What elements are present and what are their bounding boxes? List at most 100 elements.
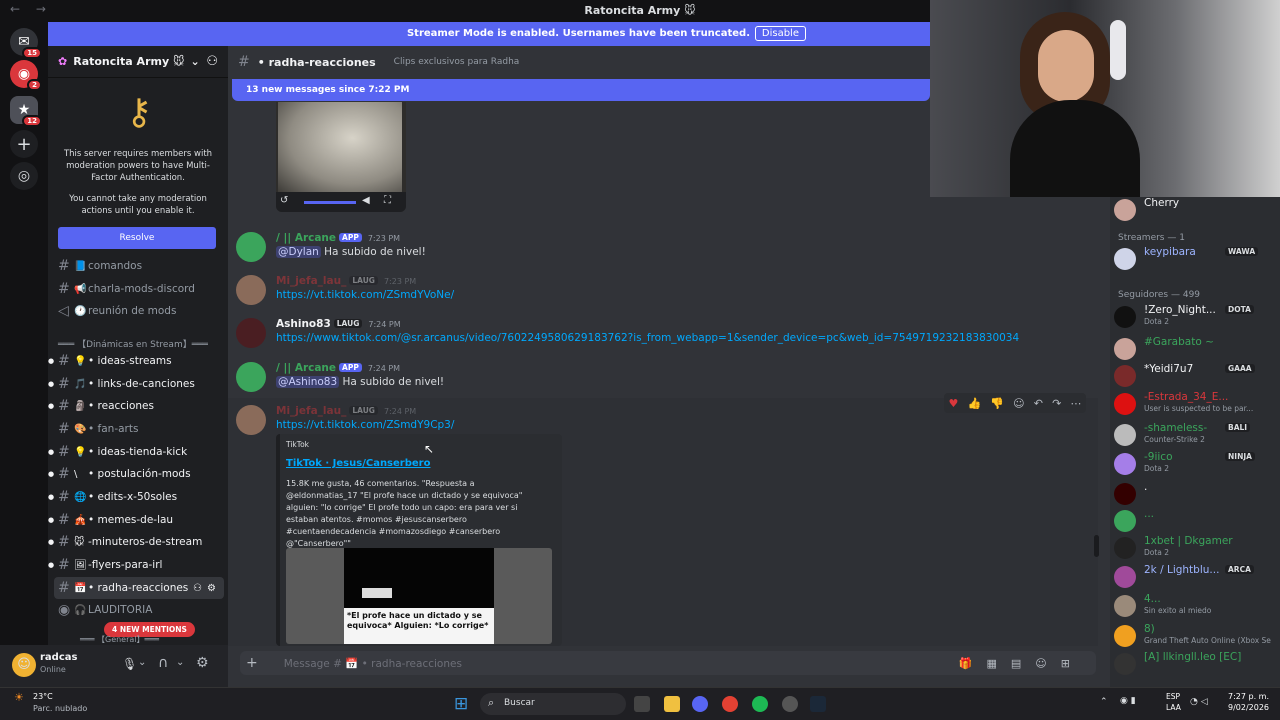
author-name[interactable]: / || Arcane: [276, 362, 336, 374]
server-icon[interactable]: ◉ 2: [10, 60, 42, 91]
channel-item[interactable]: ● # \ • postulación-mods: [48, 463, 228, 485]
channel-item[interactable]: ● # 💡 • ideas-streams: [48, 350, 228, 372]
message-link[interactable]: https://vt.tiktok.com/ZSmdY9Cp3/: [276, 419, 454, 431]
author-name[interactable]: Mi_jefa_lau_: [276, 275, 346, 287]
add-member-icon[interactable]: ⚇: [206, 54, 218, 69]
member-badge: NINJA: [1225, 452, 1255, 461]
channel-item[interactable]: ● # 🐭 -minuteros-de-stream: [48, 531, 228, 553]
tray-icons[interactable]: ◉ ▮: [1120, 696, 1136, 706]
channel-item[interactable]: ● # 🖼 -flyers-para-irl: [48, 554, 228, 576]
clock-time[interactable]: 7:27 p. m.: [1228, 692, 1269, 701]
member-item[interactable]: -9iico NINJA Dota 2: [1114, 451, 1276, 475]
discover-icon[interactable]: ◎: [10, 162, 38, 190]
chevron-up-icon[interactable]: ⌃: [1100, 697, 1108, 707]
member-item[interactable]: !Zero_Night... DOTA Dota 2: [1114, 304, 1276, 328]
channel-name: comandos: [88, 260, 143, 272]
thumbs-down-icon[interactable]: 👎: [990, 397, 1004, 410]
settings-gear-icon[interactable]: ⚙: [196, 655, 209, 671]
resolve-button[interactable]: Resolve: [58, 227, 216, 249]
channel-item[interactable]: ● # 💡 • ideas-tienda-kick: [48, 441, 228, 463]
member-item[interactable]: [A] llkingll.leo [EC]: [1114, 651, 1276, 675]
channel-item[interactable]: ● # 🗿 • reacciones: [48, 395, 228, 417]
channel-item[interactable]: ● # 🎵 • links-de-canciones: [48, 373, 228, 395]
message-input[interactable]: Message # 📅 • radha-reacciones: [284, 657, 462, 670]
channel-charla[interactable]: # 📢 charla-mods-discord: [48, 278, 228, 300]
embed-title[interactable]: TikTok · Jesus/Canserbero: [286, 458, 430, 469]
add-attachment-icon[interactable]: +: [246, 655, 258, 671]
member-name: !Zero_Night...: [1144, 304, 1216, 316]
replay-icon[interactable]: ↺: [280, 195, 288, 206]
avatar: [1114, 338, 1136, 360]
search-box[interactable]: ⌕ Buscar: [480, 693, 626, 715]
channel-lauditoria[interactable]: ◉ 🎧 LAUDITORIA: [48, 599, 228, 621]
channel-item[interactable]: ● # 🎪 • memes-de-lau: [48, 509, 228, 531]
spotify-icon[interactable]: [752, 696, 768, 712]
user-mention[interactable]: @Ashino83: [276, 376, 340, 388]
wifi-icon[interactable]: ◔ ◁: [1190, 697, 1208, 707]
member-item[interactable]: .: [1114, 481, 1276, 505]
invite-icon[interactable]: ⚇: [193, 583, 202, 594]
forward-icon[interactable]: ↷: [1052, 397, 1061, 410]
new-messages-bar[interactable]: 13 new messages since 7:22 PM: [232, 79, 930, 101]
member-item[interactable]: Cherry: [1114, 197, 1276, 221]
add-reaction-icon[interactable]: ☺: [1013, 397, 1024, 410]
taskview-icon[interactable]: [634, 696, 650, 712]
message-link[interactable]: https://www.tiktok.com/@sr.arcanus/video…: [276, 332, 1019, 344]
avatar[interactable]: ☺: [12, 653, 36, 677]
server-header[interactable]: ✿ Ratoncita Army 🐭 ⌄ ⚇: [48, 46, 228, 78]
language[interactable]: ESP: [1166, 692, 1180, 701]
author-name[interactable]: / || Arcane: [276, 232, 336, 244]
channel-item[interactable]: ● # 🌐 • edits-x-50soles: [48, 486, 228, 508]
steam-icon[interactable]: [810, 696, 826, 712]
member-item[interactable]: ...: [1114, 508, 1276, 532]
reply-icon[interactable]: ↶: [1034, 397, 1043, 410]
member-item[interactable]: #Garabato ~: [1114, 336, 1276, 360]
category-general[interactable]: ═══ 【General】═══: [80, 634, 159, 645]
weather-temp[interactable]: 23°C: [33, 692, 53, 701]
message-composer[interactable]: + Message # 📅 • radha-reacciones 🎁▦▤☺⊞: [240, 651, 1096, 675]
disable-button[interactable]: Disable: [754, 26, 806, 41]
video-attachment[interactable]: ↺ ◀ ⛶: [276, 102, 406, 212]
headphones-icon[interactable]: ∩: [158, 655, 168, 671]
embed-thumbnail[interactable]: *El profe hace un dictado y se equivoca*…: [286, 548, 552, 644]
channel-reunion[interactable]: ◁ 🕐 reunión de mods: [48, 300, 228, 322]
member-item[interactable]: *Yeidi7u7 GAAA: [1114, 363, 1276, 387]
volume-slider[interactable]: [304, 201, 356, 204]
volume-icon[interactable]: ◀: [362, 195, 370, 206]
server-icon-active[interactable]: ★ 12: [10, 96, 42, 127]
chrome-icon[interactable]: [722, 696, 738, 712]
category-dinamicas[interactable]: ═══ 【Dinámicas en Stream】═══: [58, 337, 208, 350]
windows-start-icon[interactable]: ⊞: [454, 694, 468, 714]
settings-gear-icon[interactable]: ⚙: [207, 583, 216, 594]
obs-icon[interactable]: [782, 696, 798, 712]
member-item[interactable]: keypibara WAWA: [1114, 246, 1276, 270]
member-item[interactable]: 4... Sin exito al miedo: [1114, 593, 1276, 617]
channel-item-selected[interactable]: # 📅 • radha-reacciones ⚙ ⚇: [54, 577, 224, 599]
composer-tool-icons[interactable]: 🎁▦▤☺⊞: [959, 657, 1084, 670]
fullscreen-icon[interactable]: ⛶: [384, 195, 391, 206]
channel-comandos[interactable]: # 📘 comandos: [48, 255, 228, 277]
chevron-down-icon[interactable]: ⌄: [138, 657, 146, 668]
file-explorer-icon[interactable]: [664, 696, 680, 712]
author-name[interactable]: Mi_jefa_lau_: [276, 405, 346, 417]
thumbs-up-icon[interactable]: 👍: [968, 397, 982, 410]
member-item[interactable]: -Estrada_34_E... User is suspected to be …: [1114, 391, 1276, 415]
language-layout[interactable]: LAA: [1166, 703, 1181, 712]
direct-messages-icon[interactable]: ✉ 15: [10, 28, 42, 59]
microphone-icon[interactable]: 🎙: [122, 657, 137, 671]
discord-app-icon[interactable]: [692, 696, 708, 712]
more-icon[interactable]: ⋯: [1070, 397, 1081, 410]
heart-reaction-icon[interactable]: ♥: [949, 397, 959, 410]
user-mention[interactable]: @Dylan: [276, 246, 321, 258]
member-item[interactable]: 2k / Lightblu... ARCA: [1114, 564, 1276, 588]
add-server-icon[interactable]: +: [10, 130, 38, 158]
channel-item[interactable]: # 🎨 • fan-arts: [48, 418, 228, 440]
author-name[interactable]: Ashino83: [276, 318, 331, 330]
member-item[interactable]: 8) Grand Theft Auto Online (Xbox Se: [1114, 623, 1276, 647]
member-item[interactable]: -shameless- BALI Counter-Strike 2: [1114, 422, 1276, 446]
chevron-down-icon[interactable]: ⌄: [176, 657, 184, 668]
member-item[interactable]: 1xbet | Dkgamer Dota 2: [1114, 535, 1276, 559]
clock-date[interactable]: 9/02/2026: [1228, 703, 1269, 712]
scrollbar[interactable]: [1094, 535, 1099, 557]
message-link[interactable]: https://vt.tiktok.com/ZSmdYVoNe/: [276, 289, 454, 301]
